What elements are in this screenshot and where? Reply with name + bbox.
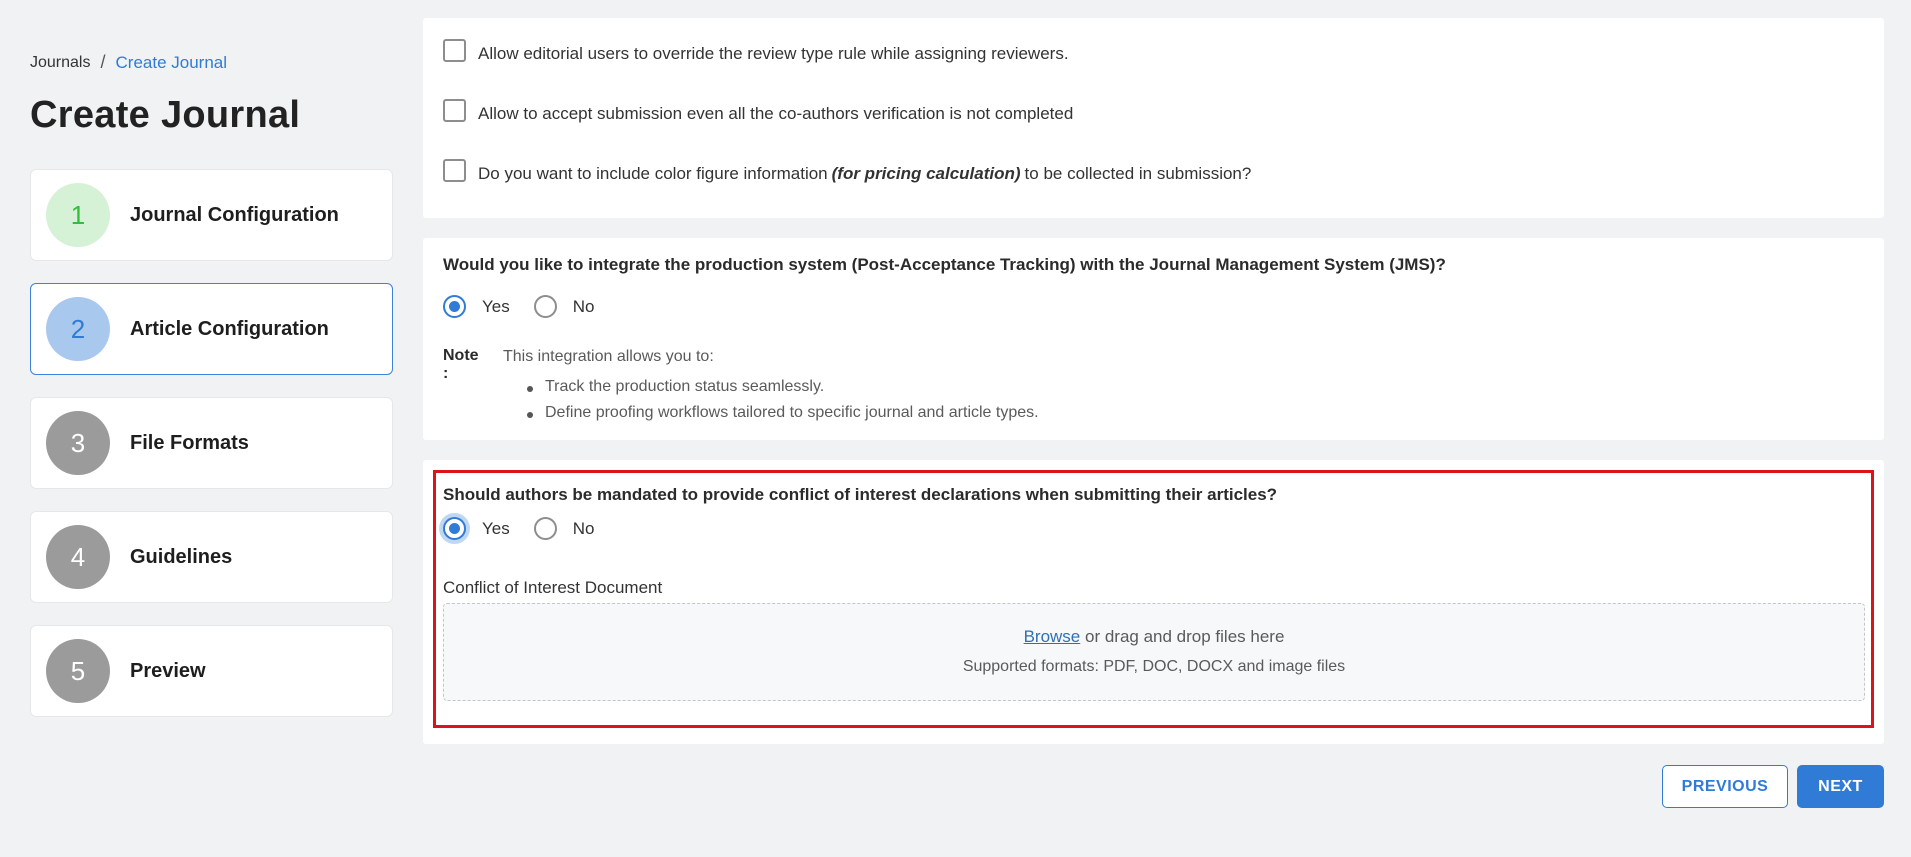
step-label: Journal Configuration bbox=[130, 203, 339, 226]
step-label: Guidelines bbox=[130, 545, 233, 568]
color-figure-label-after: to be collected in submission? bbox=[1024, 164, 1252, 183]
note-list-item: Define proofing workflows tailored to sp… bbox=[525, 404, 1039, 430]
production-no-radio[interactable] bbox=[533, 295, 557, 318]
dropzone-instructions: Browse or drag and drop files here bbox=[444, 627, 1864, 647]
step-number: 4 bbox=[70, 541, 86, 572]
color-figure-checkbox[interactable] bbox=[443, 158, 466, 182]
breadcrumb: Journals / Create Journal bbox=[30, 52, 227, 73]
production-yes-label[interactable]: Yes bbox=[482, 297, 510, 317]
options-card: Allow editorial users to override the re… bbox=[423, 18, 1884, 218]
step-preview[interactable]: 5 Preview bbox=[30, 625, 393, 717]
step-number-badge: 4 bbox=[46, 525, 110, 589]
conflict-radio-group: Yes No bbox=[443, 517, 618, 540]
accept-submission-option[interactable]: Allow to accept submission even all the … bbox=[443, 98, 1074, 124]
step-label: Preview bbox=[130, 659, 206, 682]
conflict-no-label[interactable]: No bbox=[573, 519, 595, 539]
conflict-upload-label: Conflict of Interest Document bbox=[443, 578, 663, 597]
step-number: 3 bbox=[70, 427, 86, 458]
browse-link[interactable]: Browse bbox=[1024, 627, 1081, 646]
supported-formats-text: Supported formats: PDF, DOC, DOCX and im… bbox=[962, 658, 1346, 675]
color-figure-label-before: Do you want to include color figure info… bbox=[478, 164, 828, 183]
note-list: Track the production status seamlessly. … bbox=[525, 378, 1039, 430]
production-radio-group: Yes No bbox=[443, 295, 618, 318]
step-label: File Formats bbox=[130, 431, 249, 454]
conflict-yes-radio[interactable] bbox=[443, 517, 466, 540]
color-figure-option[interactable]: Do you want to include color figure info… bbox=[443, 158, 1252, 184]
drop-text: or drag and drop files here bbox=[1085, 627, 1285, 646]
note-text: This integration allows you to: bbox=[503, 348, 714, 365]
override-review-checkbox[interactable] bbox=[443, 38, 466, 62]
conflict-question: Should authors be mandated to provide co… bbox=[443, 485, 1278, 504]
conflict-of-interest-card: Should authors be mandated to provide co… bbox=[423, 460, 1884, 744]
accept-submission-checkbox[interactable] bbox=[443, 98, 466, 122]
override-review-label: Allow editorial users to override the re… bbox=[478, 44, 1069, 63]
step-journal-configuration[interactable]: 1 Journal Configuration bbox=[30, 169, 393, 261]
conflict-yes-label[interactable]: Yes bbox=[482, 519, 510, 539]
production-no-label[interactable]: No bbox=[573, 297, 595, 317]
step-file-formats[interactable]: 3 File Formats bbox=[30, 397, 393, 489]
step-number: 5 bbox=[70, 655, 86, 686]
note-list-item: Track the production status seamlessly. bbox=[525, 378, 1039, 404]
note-label: Note : bbox=[443, 347, 479, 382]
breadcrumb-separator: / bbox=[100, 52, 106, 72]
step-article-configuration[interactable]: 2 Article Configuration bbox=[30, 283, 393, 375]
page-title: Create Journal bbox=[30, 94, 301, 136]
production-integration-card: Would you like to integrate the producti… bbox=[423, 238, 1884, 440]
accept-submission-label: Allow to accept submission even all the … bbox=[478, 104, 1074, 123]
override-review-option[interactable]: Allow editorial users to override the re… bbox=[443, 38, 1069, 64]
step-number-badge: 3 bbox=[46, 411, 110, 475]
previous-button[interactable]: PREVIOUS bbox=[1662, 765, 1788, 808]
production-yes-radio[interactable] bbox=[443, 295, 466, 318]
step-number-badge: 5 bbox=[46, 639, 110, 703]
step-guidelines[interactable]: 4 Guidelines bbox=[30, 511, 393, 603]
step-number-badge: 1 bbox=[46, 183, 110, 247]
breadcrumb-current: Create Journal bbox=[115, 52, 228, 72]
step-number: 1 bbox=[70, 199, 86, 230]
breadcrumb-journals-link[interactable]: Journals bbox=[30, 54, 90, 72]
file-dropzone[interactable]: Browse or drag and drop files here Suppo… bbox=[443, 603, 1865, 701]
step-number-badge: 2 bbox=[46, 297, 110, 361]
step-label: Article Configuration bbox=[130, 317, 329, 340]
conflict-no-radio[interactable] bbox=[533, 517, 557, 540]
next-button[interactable]: NEXT bbox=[1797, 765, 1884, 808]
production-question: Would you like to integrate the producti… bbox=[443, 255, 1446, 274]
color-figure-label-emphasis: (for pricing calculation) bbox=[831, 164, 1021, 183]
step-number: 2 bbox=[70, 313, 86, 344]
